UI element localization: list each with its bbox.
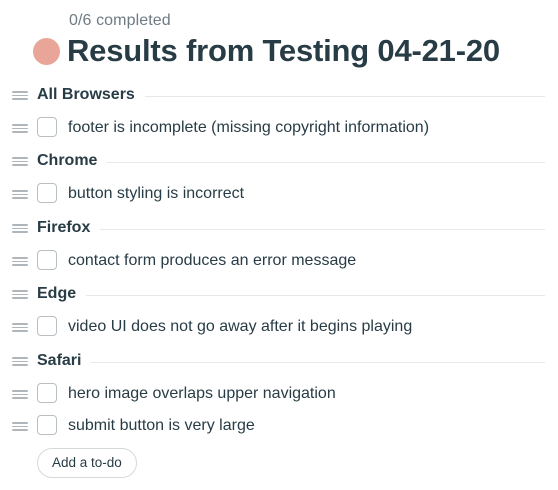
group-heading-label: All Browsers — [37, 86, 145, 104]
todo-checkbox[interactable] — [37, 316, 57, 336]
todo-item[interactable]: contact form produces an error message — [0, 249, 545, 273]
drag-handle-icon[interactable] — [12, 190, 28, 199]
todo-text[interactable]: contact form produces an error message — [68, 252, 356, 270]
todo-text[interactable]: hero image overlaps upper navigation — [68, 385, 336, 403]
todo-text[interactable]: video UI does not go away after it begin… — [68, 318, 412, 336]
todo-item[interactable]: submit button is very large — [0, 414, 545, 438]
group-divider — [37, 229, 545, 230]
todo-checkbox[interactable] — [37, 383, 57, 403]
group-heading-chrome[interactable]: Chrome — [0, 152, 545, 172]
todo-item[interactable]: footer is incomplete (missing copyright … — [0, 116, 545, 140]
group-divider — [37, 162, 545, 163]
drag-handle-icon[interactable] — [12, 323, 28, 332]
drag-handle-icon[interactable] — [12, 91, 28, 100]
drag-handle-icon[interactable] — [12, 390, 28, 399]
todo-item[interactable]: button styling is incorrect — [0, 182, 545, 206]
list-title-row: Results from Testing 04-21-20 — [33, 31, 500, 71]
drag-handle-icon[interactable] — [12, 224, 28, 233]
todo-item[interactable]: video UI does not go away after it begin… — [0, 315, 545, 339]
group-heading-label: Safari — [37, 352, 92, 370]
group-heading-firefox[interactable]: Firefox — [0, 219, 545, 239]
group-divider — [37, 362, 545, 363]
todo-list-page: 0/6 completed Results from Testing 04-21… — [0, 0, 558, 490]
group-heading-safari[interactable]: Safari — [0, 352, 545, 372]
drag-handle-icon[interactable] — [12, 422, 28, 431]
todo-checkbox[interactable] — [37, 117, 57, 137]
completion-progress: 0/6 completed — [69, 12, 171, 29]
todo-text[interactable]: button styling is incorrect — [68, 185, 244, 203]
group-heading-all-browsers[interactable]: All Browsers — [0, 86, 545, 106]
todo-checkbox[interactable] — [37, 250, 57, 270]
todo-text[interactable]: submit button is very large — [68, 417, 255, 435]
group-heading-label: Edge — [37, 285, 87, 303]
drag-handle-icon[interactable] — [12, 290, 28, 299]
todo-checkbox[interactable] — [37, 415, 57, 435]
todo-checkbox[interactable] — [37, 183, 57, 203]
drag-handle-icon[interactable] — [12, 257, 28, 266]
group-heading-label: Firefox — [37, 219, 101, 237]
todo-item[interactable]: hero image overlaps upper navigation — [0, 382, 545, 406]
group-heading-label: Chrome — [37, 152, 108, 170]
drag-handle-icon[interactable] — [12, 124, 28, 133]
add-todo-button[interactable]: Add a to-do — [37, 448, 137, 478]
status-dot-icon[interactable] — [33, 37, 60, 65]
todo-text[interactable]: footer is incomplete (missing copyright … — [68, 119, 429, 137]
group-divider — [37, 295, 545, 296]
group-heading-edge[interactable]: Edge — [0, 285, 545, 305]
page-title[interactable]: Results from Testing 04-21-20 — [67, 33, 500, 69]
drag-handle-icon[interactable] — [12, 357, 28, 366]
drag-handle-icon[interactable] — [12, 157, 28, 166]
